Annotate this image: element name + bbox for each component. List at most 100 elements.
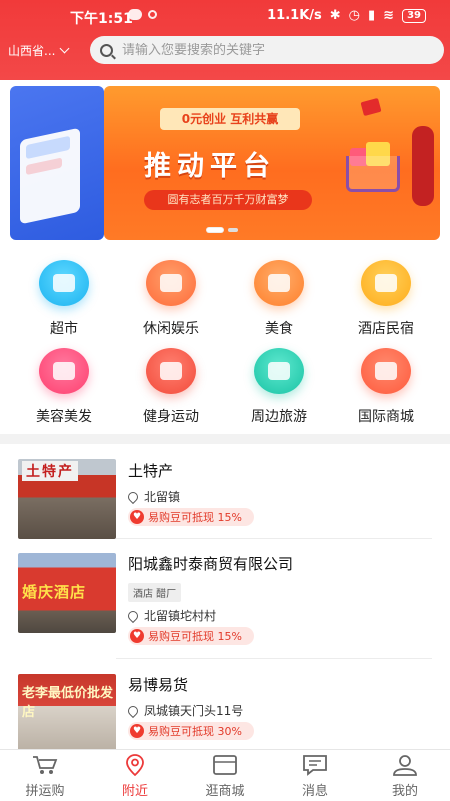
nav-label: 我的 [391, 784, 418, 799]
banner-title: 推动平台 [144, 151, 276, 182]
shopping-cart-illustration [346, 156, 400, 192]
category-label: 超市 [50, 321, 78, 337]
message-icon [301, 754, 329, 776]
location-pin-icon [125, 608, 141, 623]
category-international-mall[interactable]: 国际商城 [336, 348, 436, 426]
red-envelope-icon [360, 97, 382, 117]
category-label: 休闲娱乐 [143, 321, 199, 337]
phone-illustration [20, 127, 80, 225]
carousel-indicators [207, 228, 238, 232]
nav-item-pinyungou[interactable]: 拼运购 [0, 750, 90, 801]
category-beauty[interactable]: 美容美发 [14, 348, 114, 426]
carousel-dot [228, 228, 238, 232]
battery-icon: 39 [402, 8, 426, 23]
merchant-address: 北留镇 [125, 488, 181, 505]
search-icon [100, 43, 113, 57]
supermarket-icon [39, 260, 89, 306]
signal-icon: ▮ [368, 8, 376, 23]
status-bar: 下午1:51 11.1K/s ✱ ◷ ▮ ≋ 39 [0, 0, 450, 30]
promo-text: 易购豆可抵现 15% [148, 630, 242, 643]
merchant-thumbnail: 土特产 [18, 459, 116, 539]
weibo-icon [148, 10, 157, 19]
food-icon [254, 260, 304, 306]
shopping-bag-icon [361, 348, 411, 394]
banner-prev-slide[interactable] [10, 86, 104, 240]
banner-subtitle: 圆有志者百万千万财富梦 [144, 190, 312, 210]
category-travel[interactable]: 周边旅游 [229, 348, 329, 426]
nav-item-nearby[interactable]: 附近 [90, 750, 180, 801]
merchant-title: 易博易货 [128, 676, 189, 694]
nav-item-mall[interactable]: 逛商城 [180, 750, 270, 801]
category-label: 周边旅游 [251, 409, 307, 425]
category-fitness[interactable]: 健身运动 [121, 348, 221, 426]
thumbnail-sign-text: 老李最低价批发店 [22, 686, 114, 720]
header: 下午1:51 11.1K/s ✱ ◷ ▮ ≋ 39 山西省... [0, 0, 450, 80]
nav-item-messages[interactable]: 消息 [270, 750, 360, 801]
carousel-dot-active [207, 228, 223, 232]
merchant-address: 凤城镇天门头11号 [125, 702, 244, 719]
hotel-icon [361, 260, 411, 306]
category-label: 酒店民宿 [358, 321, 414, 337]
category-label: 健身运动 [143, 409, 199, 425]
merchant-address: 北留镇坨村村 [125, 607, 217, 624]
thumbnail-sign-text: 土特产 [22, 461, 78, 481]
promo-badge: ♥ 易购豆可抵现 15% [128, 508, 254, 526]
alarm-icon: ◷ [348, 8, 361, 23]
status-time: 下午1:51 [70, 11, 133, 27]
beauty-icon [39, 348, 89, 394]
nav-item-profile[interactable]: 我的 [360, 750, 450, 801]
address-text: 凤城镇天门头11号 [144, 704, 244, 718]
location-selector[interactable]: 山西省... [8, 42, 70, 59]
mall-icon [211, 754, 239, 776]
merchant-thumbnail: 老李最低价批发店 [18, 674, 116, 749]
location-pin-icon [125, 703, 141, 718]
cart-icon [31, 754, 59, 776]
bottom-nav: 拼运购 附近 逛商城 消息 我的 [0, 749, 450, 801]
category-supermarket[interactable]: 超市 [14, 260, 114, 338]
search-input[interactable] [122, 42, 402, 58]
network-speed: 11.1K/s [267, 8, 322, 23]
dumbbell-icon [146, 348, 196, 394]
promo-badge: ♥ 易购豆可抵现 15% [128, 627, 254, 645]
phone-card [26, 135, 70, 160]
category-label: 国际商城 [358, 409, 414, 425]
merchant-list: 土特产 土特产 北留镇 ♥ 易购豆可抵现 15% 婚庆酒店 阳城鑫时泰商贸有限公… [0, 444, 450, 749]
wifi-icon: ≋ [383, 8, 395, 23]
palm-tree-icon [254, 348, 304, 394]
address-text: 北留镇 [144, 490, 181, 504]
merchant-title: 阳城鑫时泰商贸有限公司 [128, 555, 294, 573]
banner-main-slide[interactable]: 0元创业 互利共赢 推动平台 圆有志者百万千万财富梦 [104, 86, 440, 240]
search-bar[interactable] [90, 36, 444, 64]
merchant-category-tag: 酒店 醋厂 [128, 583, 182, 602]
location-pin-icon [125, 489, 141, 504]
nav-label: 逛商城 [205, 784, 245, 799]
person-illustration [412, 126, 434, 206]
location-pin-icon [121, 754, 149, 777]
category-food[interactable]: 美食 [229, 260, 329, 338]
wechat-icon [128, 9, 142, 20]
nav-label: 消息 [301, 784, 328, 799]
category-label: 美食 [265, 321, 293, 337]
chevron-down-icon [60, 43, 70, 54]
heart-icon: ♥ [130, 629, 144, 643]
phone-card [26, 157, 62, 176]
status-right: 11.1K/s ✱ ◷ ▮ ≋ 39 [267, 8, 426, 23]
profile-icon [391, 754, 419, 776]
address-text: 北留镇坨村村 [144, 609, 217, 623]
promo-badge: ♥ 易购豆可抵现 30% [128, 722, 254, 740]
merchant-thumbnail: 婚庆酒店 [18, 553, 116, 633]
location-label: 山西省... [8, 44, 56, 58]
nav-label: 附近 [121, 784, 148, 799]
banner-tag: 0元创业 互利共赢 [160, 108, 300, 130]
category-entertainment[interactable]: 休闲娱乐 [121, 260, 221, 338]
list-item[interactable]: 老李最低价批发店 易博易货 凤城镇天门头11号 ♥ 易购豆可抵现 30% [0, 660, 450, 749]
banner-carousel[interactable]: 0元创业 互利共赢 推动平台 圆有志者百万千万财富梦 [0, 80, 450, 250]
bluetooth-icon: ✱ [329, 8, 341, 23]
promo-text: 易购豆可抵现 30% [148, 725, 242, 738]
category-hotel[interactable]: 酒店民宿 [336, 260, 436, 338]
merchant-title: 土特产 [128, 462, 174, 480]
heart-icon: ♥ [130, 724, 144, 738]
divider [116, 658, 432, 659]
promo-text: 易购豆可抵现 15% [148, 511, 242, 524]
list-item[interactable]: 婚庆酒店 阳城鑫时泰商贸有限公司 酒店 醋厂 北留镇坨村村 ♥ 易购豆可抵现 1… [0, 539, 450, 659]
